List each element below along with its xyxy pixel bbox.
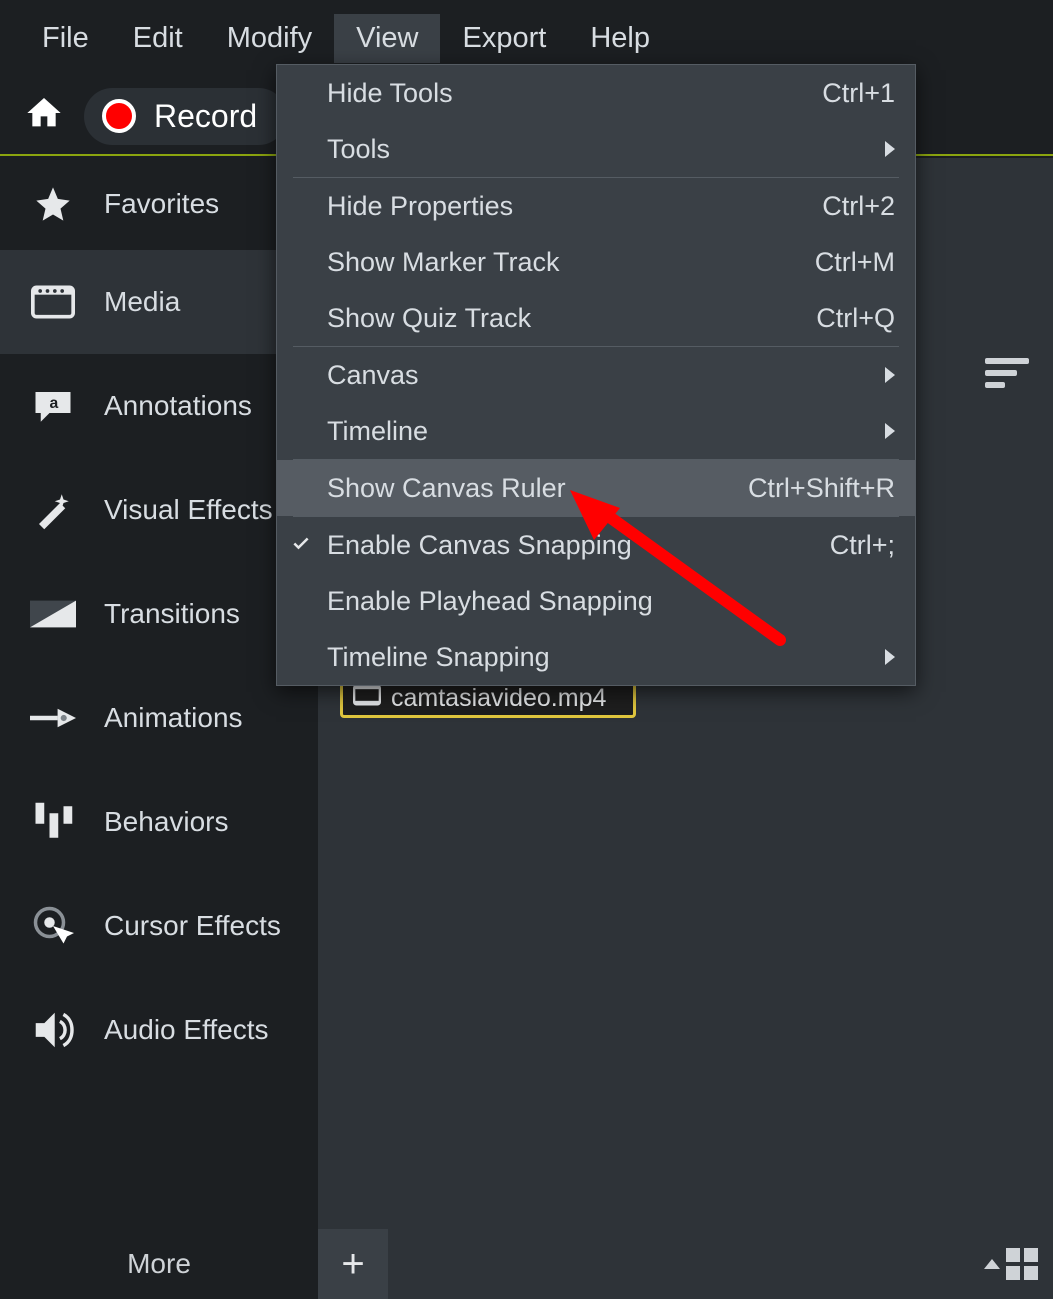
wand-icon xyxy=(30,489,76,531)
transitions-icon xyxy=(30,599,76,629)
menuitem-shortcut: Ctrl+M xyxy=(815,247,895,278)
chevron-right-icon xyxy=(885,649,895,665)
check-icon xyxy=(291,530,311,561)
sidebar-item-label: Visual Effects xyxy=(104,494,273,526)
menuitem-enable-canvas-snapping[interactable]: Enable Canvas Snapping Ctrl+; xyxy=(277,517,915,573)
sidebar-item-label: Behaviors xyxy=(104,806,229,838)
sidebar: Favorites Media a Annotations Visual Eff… xyxy=(0,158,318,1229)
menu-bar: File Edit Modify View Export Help xyxy=(0,12,1053,64)
more-button[interactable]: More xyxy=(0,1229,318,1299)
sidebar-item-label: Favorites xyxy=(104,188,219,220)
film-icon xyxy=(353,684,381,713)
home-icon[interactable] xyxy=(22,93,66,140)
sidebar-item-transitions[interactable]: Transitions xyxy=(0,562,318,666)
sidebar-item-annotations[interactable]: a Annotations xyxy=(0,354,318,458)
sidebar-item-audio-effects[interactable]: Audio Effects xyxy=(0,978,318,1082)
annotations-icon: a xyxy=(30,388,76,424)
sidebar-item-label: Audio Effects xyxy=(104,1014,268,1046)
sidebar-item-favorites[interactable]: Favorites xyxy=(0,158,318,250)
menuitem-shortcut: Ctrl+Q xyxy=(816,303,895,334)
sidebar-item-label: Annotations xyxy=(104,390,252,422)
sidebar-item-behaviors[interactable]: Behaviors xyxy=(0,770,318,874)
menu-edit[interactable]: Edit xyxy=(111,14,205,63)
bottom-spacer xyxy=(388,1229,969,1299)
chevron-right-icon xyxy=(885,367,895,383)
star-icon xyxy=(30,184,76,224)
menuitem-label: Hide Tools xyxy=(327,78,822,109)
menuitem-label: Show Canvas Ruler xyxy=(327,473,748,504)
menuitem-label: Enable Canvas Snapping xyxy=(327,530,830,561)
menuitem-show-quiz-track[interactable]: Show Quiz Track Ctrl+Q xyxy=(277,290,915,346)
menuitem-label: Timeline xyxy=(327,416,885,447)
sidebar-item-label: Cursor Effects xyxy=(104,910,281,942)
chevron-right-icon xyxy=(885,141,895,157)
animations-icon xyxy=(30,706,76,730)
chevron-right-icon xyxy=(885,423,895,439)
menuitem-show-canvas-ruler[interactable]: Show Canvas Ruler Ctrl+Shift+R xyxy=(277,460,915,516)
svg-text:a: a xyxy=(50,395,59,412)
record-dot-icon xyxy=(102,99,136,133)
sidebar-item-visual-effects[interactable]: Visual Effects xyxy=(0,458,318,562)
sidebar-item-label: Media xyxy=(104,286,180,318)
audio-icon xyxy=(30,1011,76,1049)
menuitem-label: Canvas xyxy=(327,360,885,391)
menu-export[interactable]: Export xyxy=(440,14,568,63)
menu-modify[interactable]: Modify xyxy=(205,14,334,63)
menuitem-hide-tools[interactable]: Hide Tools Ctrl+1 xyxy=(277,65,915,121)
menu-view[interactable]: View xyxy=(334,14,440,63)
media-icon xyxy=(30,285,76,319)
menuitem-canvas[interactable]: Canvas xyxy=(277,347,915,403)
sidebar-item-label: Animations xyxy=(104,702,243,734)
view-switcher[interactable] xyxy=(969,1229,1053,1299)
media-file-name: camtasiavideo.mp4 xyxy=(391,684,606,713)
menuitem-label: Timeline Snapping xyxy=(327,642,885,673)
bottom-bar: More + xyxy=(0,1229,1053,1299)
menuitem-label: Show Quiz Track xyxy=(327,303,816,334)
menuitem-label: Hide Properties xyxy=(327,191,822,222)
sort-icon[interactable] xyxy=(985,358,1029,394)
record-label: Record xyxy=(154,98,257,135)
menuitem-shortcut: Ctrl+Shift+R xyxy=(748,473,895,504)
menuitem-shortcut: Ctrl+2 xyxy=(822,191,895,222)
menuitem-label: Tools xyxy=(327,134,885,165)
add-button[interactable]: + xyxy=(318,1229,388,1299)
menuitem-shortcut: Ctrl+1 xyxy=(822,78,895,109)
menuitem-label: Show Marker Track xyxy=(327,247,815,278)
chevron-up-icon xyxy=(984,1259,1000,1269)
sidebar-item-cursor-effects[interactable]: Cursor Effects xyxy=(0,874,318,978)
sidebar-item-media[interactable]: Media xyxy=(0,250,318,354)
view-menu-dropdown: Hide Tools Ctrl+1 Tools Hide Properties … xyxy=(276,64,916,686)
menuitem-enable-playhead-snapping[interactable]: Enable Playhead Snapping xyxy=(277,573,915,629)
menuitem-tools[interactable]: Tools xyxy=(277,121,915,177)
menuitem-timeline[interactable]: Timeline xyxy=(277,403,915,459)
menu-help[interactable]: Help xyxy=(568,14,672,63)
cursor-effects-icon xyxy=(30,905,76,947)
menuitem-timeline-snapping[interactable]: Timeline Snapping xyxy=(277,629,915,685)
menu-file[interactable]: File xyxy=(20,14,111,63)
record-button[interactable]: Record xyxy=(84,88,287,145)
menuitem-hide-properties[interactable]: Hide Properties Ctrl+2 xyxy=(277,178,915,234)
behaviors-icon xyxy=(30,802,76,842)
menuitem-label: Enable Playhead Snapping xyxy=(327,586,895,617)
menuitem-show-marker-track[interactable]: Show Marker Track Ctrl+M xyxy=(277,234,915,290)
sidebar-item-label: Transitions xyxy=(104,598,240,630)
grid-icon xyxy=(1006,1248,1038,1280)
menuitem-shortcut: Ctrl+; xyxy=(830,530,895,561)
sidebar-item-animations[interactable]: Animations xyxy=(0,666,318,770)
